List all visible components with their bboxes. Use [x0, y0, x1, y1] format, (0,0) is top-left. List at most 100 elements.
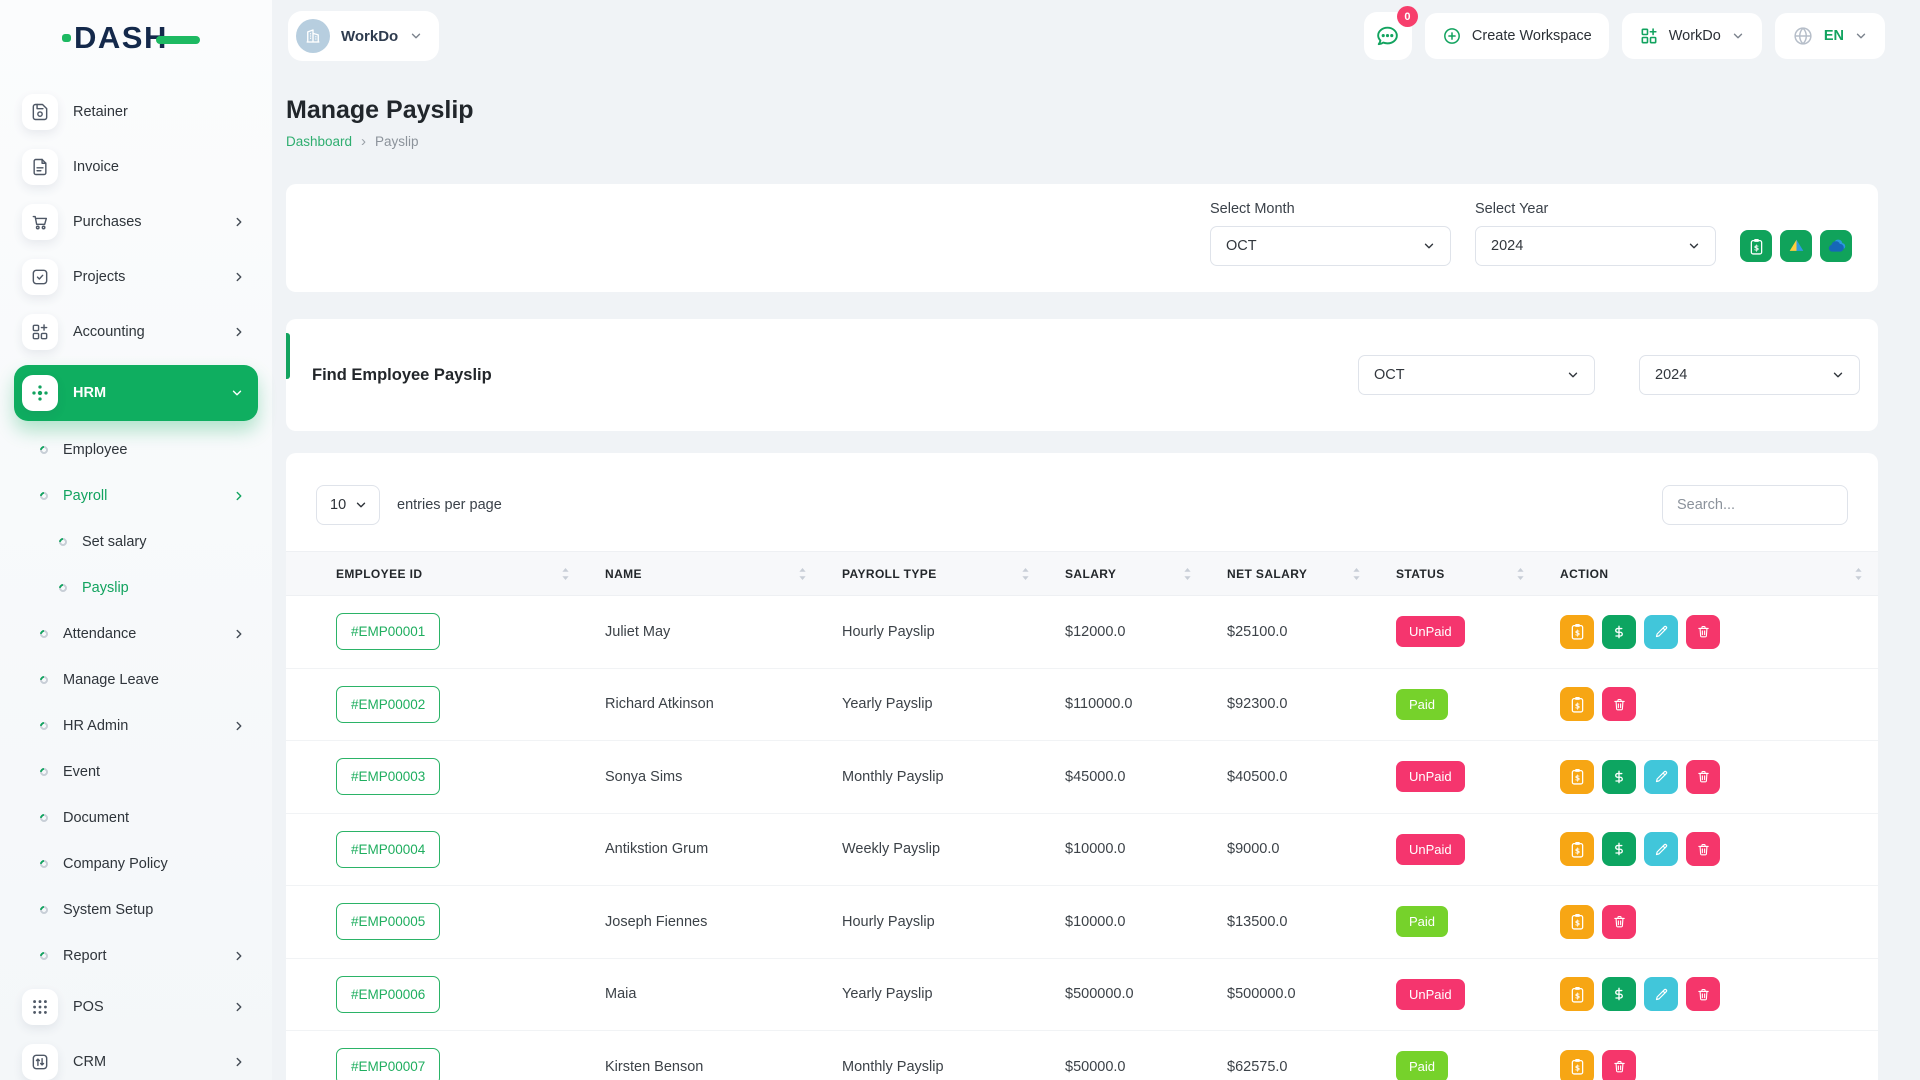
column-header-status[interactable]: STATUS — [1376, 566, 1540, 582]
bullet-icon — [38, 628, 49, 639]
table-row: #EMP00002Richard AtkinsonYearly Payslip$… — [286, 669, 1878, 742]
month-select[interactable]: OCT — [1210, 226, 1451, 266]
column-header-employee-id[interactable]: EMPLOYEE ID — [286, 566, 585, 582]
sidebar-item-label: Payslip — [82, 580, 129, 596]
sidebar-item-system-setup[interactable]: System Setup — [0, 887, 272, 933]
delete-button[interactable] — [1686, 977, 1720, 1011]
chevron-right-icon — [232, 489, 246, 503]
trash-icon — [1612, 914, 1627, 929]
net-salary: $500000.0 — [1207, 986, 1376, 1002]
bulk-payment-button[interactable]: $ — [1740, 230, 1772, 262]
search-input[interactable] — [1662, 485, 1848, 525]
column-header-payroll-type[interactable]: PAYROLL TYPE — [822, 566, 1045, 582]
sidebar-item-pos[interactable]: POS — [0, 979, 272, 1034]
sidebar-item-crm[interactable]: CRM — [0, 1034, 272, 1080]
delete-button[interactable] — [1602, 1050, 1636, 1080]
chevron-right-icon — [232, 627, 246, 641]
sidebar-item-company-policy[interactable]: Company Policy — [0, 841, 272, 887]
pay-button[interactable] — [1602, 832, 1636, 866]
column-header-net-salary[interactable]: NET SALARY — [1207, 566, 1376, 582]
onedrive-button[interactable] — [1820, 230, 1852, 262]
sidebar-item-hr-admin[interactable]: HR Admin — [0, 703, 272, 749]
delete-button[interactable] — [1602, 905, 1636, 939]
sidebar-item-accounting[interactable]: Accounting — [0, 304, 272, 359]
workspace-switcher[interactable]: WorkDo — [288, 11, 439, 61]
svg-text:$: $ — [1574, 1064, 1579, 1073]
sidebar-item-event[interactable]: Event — [0, 749, 272, 795]
employee-id-chip: #EMP00002 — [336, 686, 440, 723]
create-workspace-button[interactable]: Create Workspace — [1425, 13, 1609, 59]
payslip-button[interactable]: $ — [1560, 760, 1594, 794]
payslip-button[interactable]: $ — [1560, 687, 1594, 721]
app-logo[interactable]: DASH — [62, 22, 200, 53]
table-header-row: EMPLOYEE IDNAMEPAYROLL TYPESALARYNET SAL… — [286, 551, 1878, 596]
pay-button[interactable] — [1602, 760, 1636, 794]
entries-per-page-select[interactable]: 10 — [316, 485, 380, 525]
table-row: #EMP00004Antikstion GrumWeekly Payslip$1… — [286, 814, 1878, 887]
sidebar-item-document[interactable]: Document — [0, 795, 272, 841]
sidebar-item-retainer[interactable]: Retainer — [0, 84, 272, 139]
sidebar-item-hrm[interactable]: HRM — [14, 365, 258, 421]
cart-icon — [22, 204, 58, 240]
find-month-select[interactable]: OCT — [1358, 355, 1595, 395]
sidebar-item-purchases[interactable]: Purchases — [0, 194, 272, 249]
topbar: WorkDo 0 Create Workspace WorkDo EN — [272, 0, 1920, 72]
find-year-select[interactable]: 2024 — [1639, 355, 1860, 395]
delete-button[interactable] — [1686, 615, 1720, 649]
pay-button[interactable] — [1602, 977, 1636, 1011]
sidebar-item-report[interactable]: Report — [0, 933, 272, 979]
dollar-icon — [1611, 841, 1627, 857]
sidebar-item-manage-leave[interactable]: Manage Leave — [0, 657, 272, 703]
app-menu-button[interactable]: WorkDo — [1622, 13, 1762, 59]
edit-button[interactable] — [1644, 760, 1678, 794]
sidebar-item-payroll[interactable]: Payroll — [0, 473, 272, 519]
chevron-right-icon — [232, 719, 246, 733]
sidebar-item-projects[interactable]: Projects — [0, 249, 272, 304]
sort-icon — [1853, 566, 1864, 582]
hrm-icon — [22, 375, 58, 411]
net-salary: $13500.0 — [1207, 914, 1376, 930]
sidebar-item-label: Invoice — [73, 159, 119, 175]
google-drive-button[interactable] — [1780, 230, 1812, 262]
edit-button[interactable] — [1644, 977, 1678, 1011]
sidebar-item-invoice[interactable]: Invoice — [0, 139, 272, 194]
sidebar-item-payslip[interactable]: Payslip — [0, 565, 272, 611]
year-select[interactable]: 2024 — [1475, 226, 1716, 266]
column-header-name[interactable]: NAME — [585, 566, 822, 582]
payslip-button[interactable]: $ — [1560, 905, 1594, 939]
payslip-table-card: 10 entries per page EMPLOYEE IDNAMEPAYRO… — [286, 453, 1878, 1080]
payslip-button[interactable]: $ — [1560, 1050, 1594, 1080]
messages-button[interactable]: 0 — [1364, 12, 1412, 60]
chevron-down-icon — [1422, 239, 1436, 253]
edit-button[interactable] — [1644, 832, 1678, 866]
language-label: EN — [1824, 28, 1844, 44]
employee-name: Sonya Sims — [585, 769, 822, 785]
pay-button[interactable] — [1602, 615, 1636, 649]
language-selector[interactable]: EN — [1775, 13, 1885, 59]
salary: $500000.0 — [1045, 986, 1207, 1002]
payslip-clipboard-icon: $ — [1568, 695, 1587, 714]
breadcrumb: Dashboard › Payslip — [286, 134, 1878, 149]
chevron-right-icon — [232, 215, 246, 229]
column-header-action[interactable]: ACTION — [1540, 566, 1878, 582]
delete-button[interactable] — [1686, 832, 1720, 866]
edit-button[interactable] — [1644, 615, 1678, 649]
employee-id-chip: #EMP00003 — [336, 758, 440, 795]
employee-id-chip: #EMP00001 — [336, 613, 440, 650]
employee-name: Maia — [585, 986, 822, 1002]
column-header-salary[interactable]: SALARY — [1045, 566, 1207, 582]
sort-icon — [560, 566, 571, 582]
payslip-button[interactable]: $ — [1560, 832, 1594, 866]
breadcrumb-dashboard[interactable]: Dashboard — [286, 134, 352, 149]
status-badge: UnPaid — [1396, 761, 1465, 792]
payslip-button[interactable]: $ — [1560, 977, 1594, 1011]
delete-button[interactable] — [1686, 760, 1720, 794]
delete-button[interactable] — [1602, 687, 1636, 721]
salary: $12000.0 — [1045, 624, 1207, 640]
sidebar-item-set-salary[interactable]: Set salary — [0, 519, 272, 565]
payslip-button[interactable]: $ — [1560, 615, 1594, 649]
employee-id-chip: #EMP00004 — [336, 831, 440, 868]
sidebar-item-employee[interactable]: Employee — [0, 427, 272, 473]
sidebar-item-attendance[interactable]: Attendance — [0, 611, 272, 657]
month-select-value: OCT — [1226, 238, 1257, 254]
